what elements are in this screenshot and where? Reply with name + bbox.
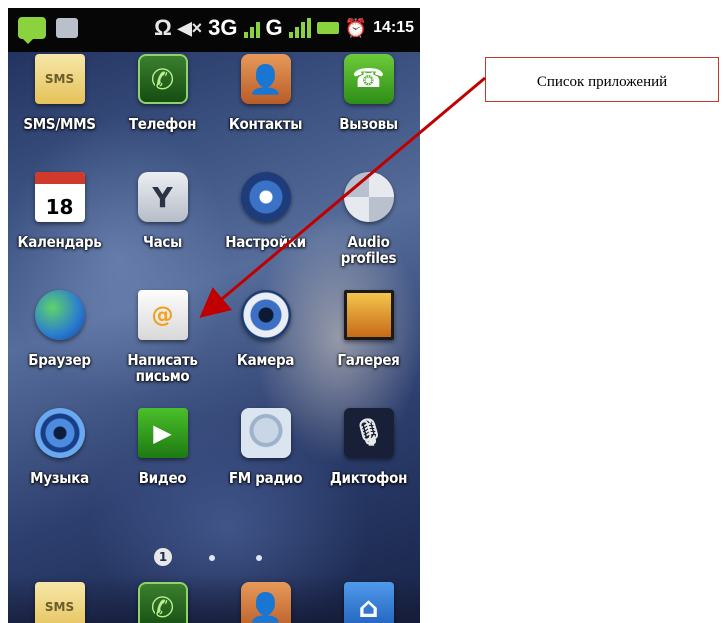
phone-screen: Ω ◀× 3G G ⏰ 14:15 SMS SMS/MMS ✆ Телефон 👤 Кон… [8, 8, 420, 623]
app-item[interactable]: 🎙 Диктофон [317, 408, 420, 486]
app-item[interactable]: @ Написать письмо [111, 290, 214, 384]
fm-radio-icon [240, 408, 291, 458]
app-label: Видео [138, 469, 187, 487]
dock-item[interactable]: 👤 [214, 582, 317, 623]
network-3g-label: 3G [208, 15, 238, 40]
phone-handset-icon: ✆ [137, 54, 188, 104]
dock-item[interactable]: ✆ [111, 582, 214, 623]
calendar-icon: 18 [34, 172, 85, 222]
clock-icon: Y [137, 172, 188, 222]
app-item[interactable]: 👤 Контакты [214, 54, 317, 132]
phone-handset-icon: ✆ [137, 582, 188, 623]
network-g-label: G [265, 15, 283, 40]
app-item[interactable]: 18 Календарь [8, 172, 111, 250]
app-label: Камера [236, 351, 295, 369]
app-label: Audio profiles [340, 233, 397, 267]
app-label: Диктофон [329, 469, 408, 487]
audio-profiles-icon [343, 172, 394, 222]
signal-g-icon [288, 18, 311, 38]
app-label: Написать письмо [127, 351, 198, 385]
callout-text: Список приложений [536, 74, 668, 90]
alarm-clock-icon: ⏰ [344, 17, 368, 38]
app-label: Вызовы [339, 115, 398, 133]
home-icon: ⌂ [343, 582, 394, 623]
page-indicator-current[interactable]: 1 [154, 548, 172, 566]
settings-gear-icon [240, 172, 291, 222]
app-item[interactable]: Камера [214, 290, 317, 368]
contacts-book-icon: 👤 [240, 54, 291, 104]
email-envelope-icon: @ [137, 290, 188, 340]
dock-item[interactable]: SMS [8, 582, 111, 623]
app-label: Настройки [225, 233, 306, 251]
sms-envelope-icon: SMS [34, 54, 85, 104]
dock-item[interactable]: ⌂ [317, 582, 420, 623]
status-bar: Ω ◀× 3G G ⏰ 14:15 [8, 8, 420, 52]
dock-bar: SMS ✆ 👤 ⌂ [8, 574, 420, 623]
message-notification-icon[interactable] [18, 17, 46, 44]
app-label: SMS/MMS [23, 115, 96, 133]
app-item[interactable]: ▶ Видео [111, 408, 214, 486]
battery-icon [316, 22, 339, 34]
app-label: Часы [142, 233, 182, 251]
callout-box: Список приложений [485, 57, 719, 102]
app-label: Музыка [30, 469, 89, 487]
voice-recorder-mic-icon: 🎙 [343, 408, 394, 458]
music-speaker-icon [34, 408, 85, 458]
app-item[interactable]: FM радио [214, 408, 317, 486]
app-item[interactable]: Audio profiles [317, 172, 420, 266]
volume-muted-icon: ◀× [177, 17, 203, 38]
page-indicator-dot[interactable] [256, 555, 262, 561]
video-play-icon: ▶ [137, 408, 188, 458]
status-time: 14:15 [373, 19, 414, 36]
app-item[interactable]: Браузер [8, 290, 111, 368]
page-indicator-dot[interactable] [209, 555, 215, 561]
app-label: Календарь [17, 233, 102, 251]
signal-3g-icon [243, 18, 260, 38]
app-item[interactable]: Музыка [8, 408, 111, 486]
app-label: Галерея [337, 351, 400, 369]
app-item[interactable]: Y Часы [111, 172, 214, 250]
app-label: Телефон [128, 115, 197, 133]
app-label: FM радио [228, 469, 303, 487]
app-item[interactable]: Галерея [317, 290, 420, 368]
contacts-book-icon: 👤 [240, 582, 291, 623]
app-item[interactable]: ☎ Вызовы [317, 54, 420, 132]
page-indicator: 1 [8, 548, 420, 568]
camera-lens-icon [240, 290, 291, 340]
app-item[interactable]: ✆ Телефон [111, 54, 214, 132]
app-label: Браузер [28, 351, 91, 369]
app-item[interactable]: Настройки [214, 172, 317, 250]
browser-globe-icon [34, 290, 85, 340]
app-label: Контакты [228, 115, 303, 133]
keyboard-notification-icon[interactable] [56, 18, 78, 38]
call-log-icon: ☎ [343, 54, 394, 104]
gallery-picture-icon [343, 290, 394, 340]
app-item[interactable]: SMS SMS/MMS [8, 54, 111, 132]
sms-envelope-icon: SMS [34, 582, 85, 623]
headset-icon: Ω [154, 15, 172, 40]
